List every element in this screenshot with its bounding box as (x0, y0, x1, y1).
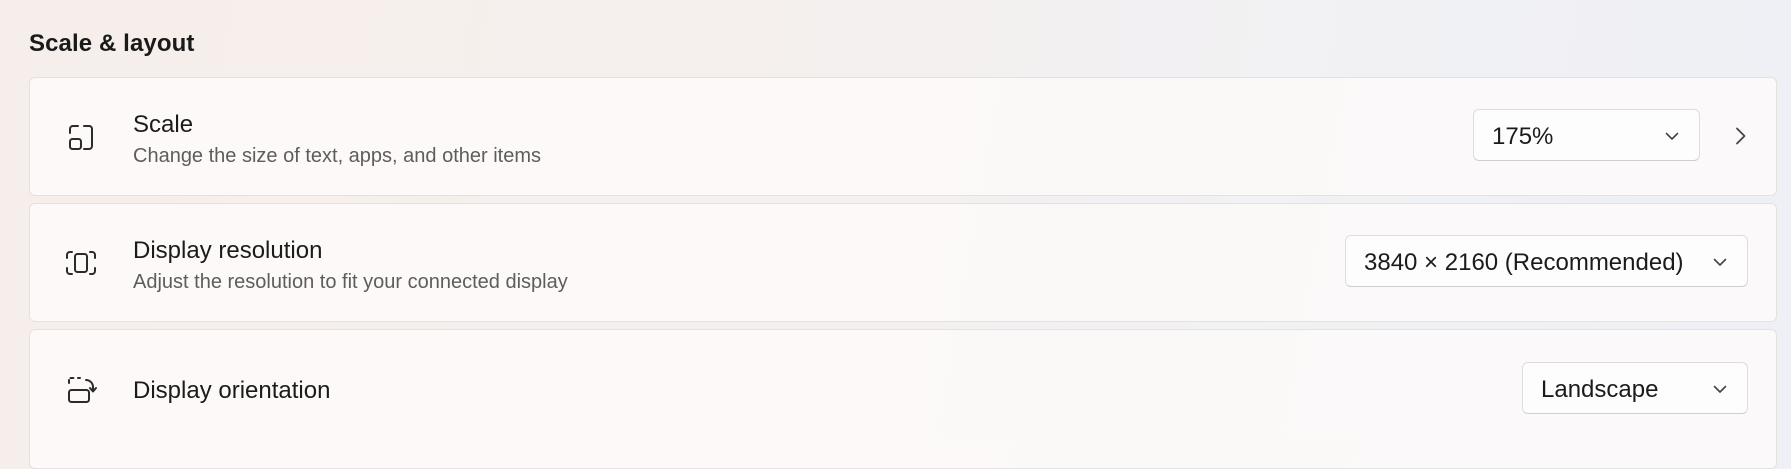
chevron-down-icon (1663, 127, 1681, 145)
chevron-down-icon (1711, 253, 1729, 271)
scale-dropdown[interactable]: 175% (1473, 109, 1700, 161)
display-orientation-setting-card: Display orientation Landscape (29, 329, 1777, 469)
display-orientation-icon (61, 370, 101, 410)
display-resolution-icon (61, 243, 101, 283)
scale-dropdown-value: 175% (1492, 123, 1554, 150)
display-resolution-dropdown[interactable]: 3840 × 2160 (Recommended) (1345, 235, 1748, 287)
section-title: Scale & layout (29, 30, 195, 57)
scale-title: Scale (133, 111, 194, 138)
display-orientation-title: Display orientation (133, 377, 331, 404)
chevron-down-icon (1711, 380, 1729, 398)
display-orientation-dropdown[interactable]: Landscape (1522, 362, 1748, 414)
display-resolution-setting-card: Display resolution Adjust the resolution… (29, 203, 1777, 322)
chevron-right-icon[interactable] (1728, 124, 1752, 148)
display-orientation-dropdown-value: Landscape (1541, 376, 1659, 403)
display-resolution-title: Display resolution (133, 237, 323, 264)
scale-icon (61, 117, 101, 157)
display-resolution-dropdown-value: 3840 × 2160 (Recommended) (1364, 249, 1684, 276)
scale-setting-card[interactable]: Scale Change the size of text, apps, and… (29, 77, 1777, 196)
scale-description: Change the size of text, apps, and other… (133, 145, 542, 167)
display-resolution-description: Adjust the resolution to fit your connec… (133, 271, 568, 293)
